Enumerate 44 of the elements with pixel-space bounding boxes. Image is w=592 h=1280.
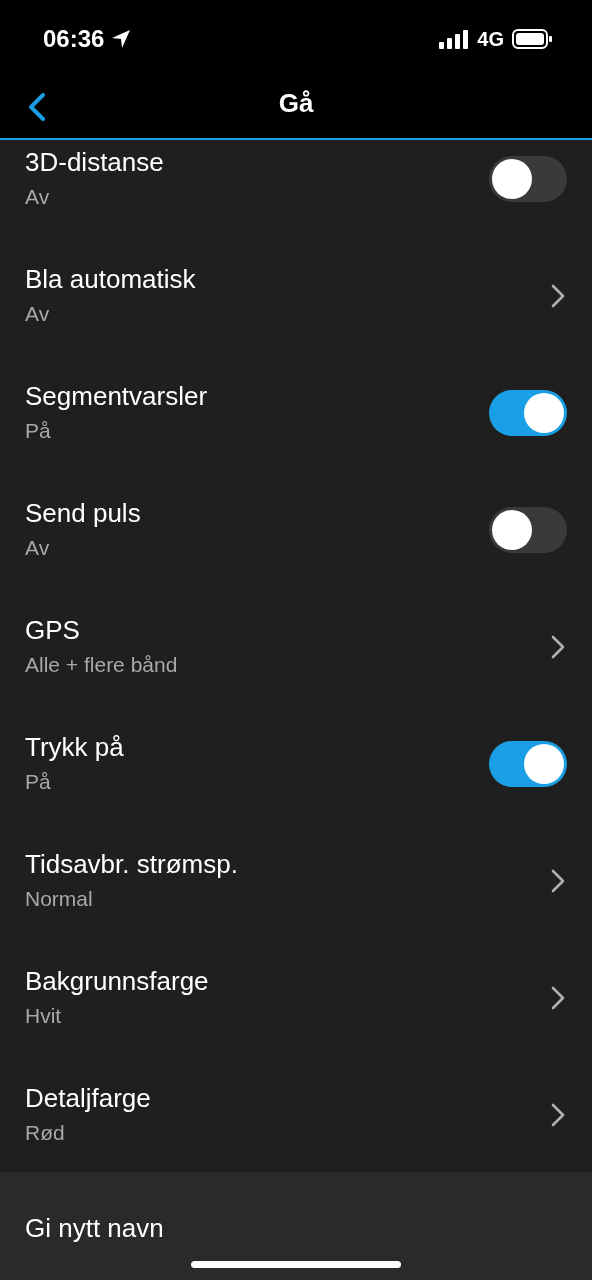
- toggle-switch[interactable]: [489, 389, 567, 436]
- setting-value: På: [25, 418, 51, 444]
- setting-title: Tidsavbr. strømsp.: [25, 848, 238, 880]
- setting-value: Hvit: [25, 1003, 62, 1029]
- setting-title: Send puls: [25, 497, 141, 529]
- toggle-switch[interactable]: [489, 506, 567, 553]
- chevron-right-icon: [551, 283, 565, 308]
- toggle-switch[interactable]: [489, 740, 567, 787]
- chevron-right-icon: [551, 985, 565, 1010]
- rename-button[interactable]: Gi nytt navn: [25, 1212, 164, 1244]
- chevron-right-icon: [551, 1102, 565, 1127]
- chevron-right-icon: [551, 868, 565, 893]
- setting-title: Detaljfarge: [25, 1082, 151, 1114]
- setting-value: Av: [25, 184, 50, 210]
- back-chevron-icon: [26, 92, 48, 122]
- setting-value: Av: [25, 535, 50, 561]
- setting-value: Rød: [25, 1120, 65, 1146]
- setting-title: 3D-distanse: [25, 146, 164, 178]
- settings-row[interactable]: Bla automatisk Av: [0, 237, 592, 354]
- location-arrow-icon: [110, 28, 133, 50]
- settings-row[interactable]: Segmentvarsler På: [0, 354, 592, 471]
- setting-value: På: [25, 769, 51, 795]
- setting-title: GPS: [25, 614, 80, 646]
- setting-value: Alle + flere bånd: [25, 652, 178, 678]
- setting-value: Normal: [25, 886, 93, 912]
- settings-row[interactable]: Tidsavbr. strømsp. Normal: [0, 822, 592, 939]
- setting-title: Segmentvarsler: [25, 380, 208, 412]
- settings-row[interactable]: Send puls Av: [0, 471, 592, 588]
- status-time: 06:36: [43, 25, 105, 53]
- signal-icon: [439, 29, 470, 49]
- settings-row[interactable]: Detaljfarge Rød: [0, 1056, 592, 1172]
- settings-row[interactable]: Bakgrunnsfarge Hvit: [0, 939, 592, 1056]
- battery-icon: [512, 29, 552, 49]
- toggle-switch[interactable]: [489, 155, 567, 202]
- settings-row[interactable]: GPS Alle + flere bånd: [0, 588, 592, 705]
- screen-title: Gå: [278, 88, 314, 119]
- setting-title: Bakgrunnsfarge: [25, 965, 209, 997]
- network-label: 4G: [477, 27, 504, 51]
- settings-row[interactable]: 3D-distanse Av: [0, 140, 592, 237]
- setting-value: Av: [25, 301, 50, 327]
- setting-title: Trykk på: [25, 731, 124, 763]
- settings-row[interactable]: Trykk på På: [0, 705, 592, 822]
- setting-title: Bla automatisk: [25, 263, 196, 295]
- chevron-right-icon: [551, 634, 565, 659]
